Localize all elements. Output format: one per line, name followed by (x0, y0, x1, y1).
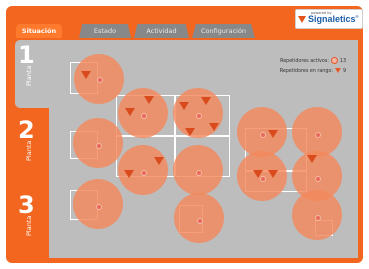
active-repeater-icon[interactable] (196, 113, 202, 119)
tab-configuracion[interactable]: Configuración (192, 24, 255, 38)
range-repeater-icon[interactable] (268, 130, 278, 138)
floor-tab-3[interactable]: 3 Planta (15, 190, 49, 258)
active-repeater-icon[interactable] (196, 170, 202, 176)
legend-active-label: Repetidores activos: (280, 59, 329, 64)
floor-label: Planta (25, 65, 33, 86)
legend-range: Repetidores en rango: 9 (280, 68, 346, 74)
floor-plan[interactable]: Repetidores activos: 13 Repetidores en ra… (49, 40, 358, 258)
range-repeater-icon[interactable] (253, 170, 263, 178)
floor-label: Planta (25, 140, 33, 161)
active-repeater-icon[interactable] (197, 218, 203, 224)
range-repeater-icon[interactable] (124, 170, 134, 178)
active-repeater-icon[interactable] (97, 77, 103, 83)
floor-tab-2[interactable]: 2 Planta (15, 115, 49, 183)
floor-label: Planta (25, 215, 33, 236)
range-repeater-icon[interactable] (185, 128, 195, 136)
tab-situacion[interactable]: Situación (16, 24, 62, 38)
range-repeater-icon[interactable] (125, 108, 135, 116)
range-repeater-icon[interactable] (268, 170, 278, 178)
active-repeater-icon[interactable] (96, 143, 102, 149)
active-repeater-icon[interactable] (141, 113, 147, 119)
active-repeater-icon[interactable] (315, 215, 321, 221)
floor-selector: 1 Planta 2 Planta 3 Planta (15, 40, 49, 258)
legend-range-count: 9 (342, 69, 346, 74)
range-repeater-icon[interactable] (209, 123, 219, 131)
repeater-triangle-icon (334, 68, 341, 73)
active-repeater-icon[interactable] (96, 204, 102, 210)
floor-tab-1[interactable]: 1 Planta (15, 40, 49, 108)
active-repeater-icon[interactable] (141, 170, 147, 176)
legend-range-label: Repetidores en rango: (279, 69, 333, 74)
floor-number: 1 (18, 41, 35, 69)
tab-estado[interactable]: Estado (79, 24, 131, 38)
floor-number: 3 (18, 191, 35, 219)
range-repeater-icon[interactable] (307, 155, 317, 163)
brand-name: Signaletics® (308, 14, 359, 24)
signaletics-logo-icon (298, 16, 306, 23)
floor-number: 2 (18, 116, 35, 144)
range-repeater-icon[interactable] (144, 96, 154, 104)
repeater-dot-icon (330, 57, 338, 64)
range-repeater-icon[interactable] (179, 102, 189, 110)
range-repeater-icon[interactable] (154, 157, 164, 165)
active-repeater-icon[interactable] (315, 176, 321, 182)
brand-logo: powered by Signaletics® (295, 9, 363, 29)
range-repeater-icon[interactable] (201, 97, 211, 105)
range-repeater-icon[interactable] (81, 71, 91, 79)
legend-active-count: 13 (339, 59, 346, 64)
tab-actividad[interactable]: Actividad (134, 24, 189, 38)
active-repeater-icon[interactable] (260, 132, 266, 138)
active-repeater-icon[interactable] (315, 132, 321, 138)
legend-active: Repetidores activos: 13 (280, 57, 346, 64)
